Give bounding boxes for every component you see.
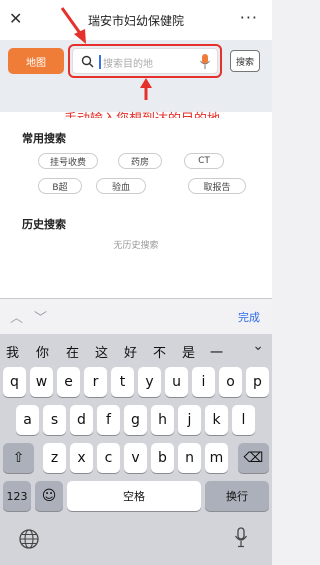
key-f[interactable]: f: [97, 405, 120, 435]
numbers-key[interactable]: 123: [3, 481, 31, 511]
key-e[interactable]: e: [57, 367, 80, 397]
key-i[interactable]: i: [192, 367, 215, 397]
history-search-title: 历史搜索: [22, 218, 66, 231]
arrow-head-bottom: [140, 78, 152, 88]
key-k[interactable]: k: [205, 405, 228, 435]
key-b[interactable]: b: [151, 443, 174, 473]
no-history-text: 无历史搜索: [113, 241, 159, 251]
tag-chip[interactable]: CT: [184, 153, 224, 169]
key-r[interactable]: r: [84, 367, 107, 397]
key-j[interactable]: j: [178, 405, 201, 435]
key-t[interactable]: t: [111, 367, 134, 397]
tag-chip[interactable]: 挂号收费: [38, 153, 98, 169]
dictation-microphone-icon[interactable]: [234, 527, 248, 549]
key-z[interactable]: z: [43, 443, 66, 473]
key-u[interactable]: u: [165, 367, 188, 397]
key-m[interactable]: m: [205, 443, 228, 473]
key-a[interactable]: a: [16, 405, 39, 435]
chevron-down-icon[interactable]: ﹀: [34, 307, 47, 326]
candidate-word[interactable]: 好: [124, 342, 137, 361]
delete-key[interactable]: ⌫: [238, 443, 269, 473]
key-n[interactable]: n: [178, 443, 201, 473]
key-w[interactable]: w: [30, 367, 53, 397]
candidate-word[interactable]: 在: [66, 342, 79, 361]
key-p[interactable]: p: [246, 367, 269, 397]
candidate-word[interactable]: 我: [6, 342, 19, 361]
key-d[interactable]: d: [70, 405, 93, 435]
candidate-word[interactable]: 一: [210, 342, 223, 361]
key-v[interactable]: v: [124, 443, 147, 473]
tag-chip[interactable]: B超: [38, 178, 82, 194]
key-y[interactable]: y: [138, 367, 161, 397]
key-h[interactable]: h: [151, 405, 174, 435]
candidate-word[interactable]: 这: [95, 342, 108, 361]
chevron-up-icon[interactable]: ︿: [10, 307, 23, 326]
emoji-key[interactable]: ☺: [35, 481, 63, 511]
common-search-title: 常用搜索: [22, 132, 66, 145]
tag-chip[interactable]: 验血: [96, 178, 146, 194]
key-c[interactable]: c: [97, 443, 120, 473]
key-x[interactable]: x: [70, 443, 93, 473]
expand-candidates-icon[interactable]: ⌄: [252, 338, 264, 354]
tag-chip[interactable]: 药房: [118, 153, 162, 169]
tag-chip[interactable]: 取报告: [188, 178, 246, 194]
globe-icon[interactable]: [18, 528, 40, 550]
keyboard-toolbar: ︿ ﹀ 完成: [0, 298, 272, 334]
key-l[interactable]: l: [232, 405, 255, 435]
key-g[interactable]: g: [124, 405, 147, 435]
candidate-word[interactable]: 你: [36, 342, 49, 361]
key-o[interactable]: o: [219, 367, 242, 397]
space-key[interactable]: 空格: [67, 481, 201, 511]
shift-key[interactable]: ⇧: [3, 443, 34, 473]
candidate-word[interactable]: 是: [182, 342, 195, 361]
key-s[interactable]: s: [43, 405, 66, 435]
key-q[interactable]: q: [3, 367, 26, 397]
return-key[interactable]: 换行: [205, 481, 269, 511]
candidate-bar: 我 你 在 这 好 不 是 一 ⌄: [0, 336, 272, 364]
candidate-word[interactable]: 不: [153, 342, 166, 361]
done-button[interactable]: 完成: [238, 309, 260, 325]
